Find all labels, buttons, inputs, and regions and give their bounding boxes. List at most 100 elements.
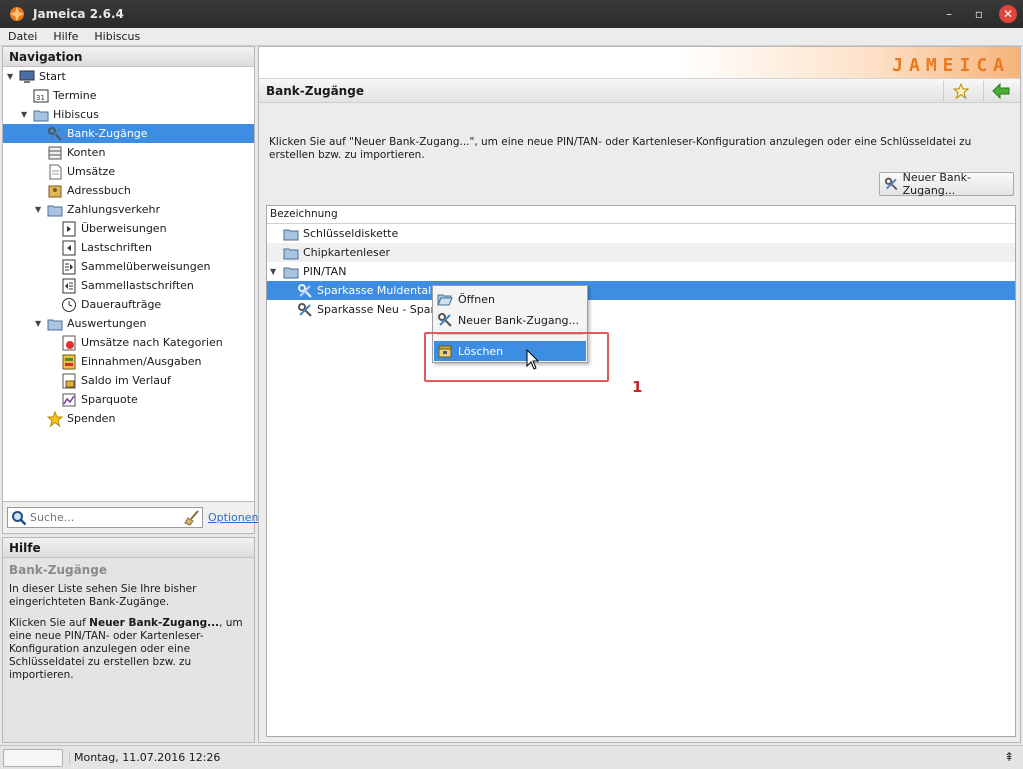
tree-item-spenden[interactable]: Spenden: [3, 409, 254, 428]
tree-item-label: Sammelüberweisungen: [81, 260, 211, 273]
svg-text:31: 31: [36, 94, 45, 102]
table-row[interactable]: Sparkasse Muldental: [267, 281, 1015, 300]
back-arrow-icon: [991, 83, 1009, 99]
help-paragraph-2-prefix: Klicken Sie auf: [9, 617, 90, 629]
computer-icon: [19, 70, 35, 83]
folder-icon: [47, 205, 63, 216]
tree-item-label: Spenden: [67, 412, 116, 425]
search-input[interactable]: [30, 511, 180, 524]
new-bank-access-button[interactable]: Neuer Bank-Zugang...: [879, 171, 1014, 197]
tree-item-label: Konten: [67, 146, 106, 159]
tree-item-adressbuch[interactable]: Adressbuch: [3, 181, 254, 200]
tree-item-umsaetze-kategorien[interactable]: Umsätze nach Kategorien: [3, 333, 254, 352]
tree-item-start[interactable]: ▼ Start: [3, 67, 254, 86]
table-row[interactable]: Sparkasse Neu - Sparkas: [267, 300, 1015, 319]
tree-item-label: Daueraufträge: [81, 298, 162, 311]
status-bar: Montag, 11.07.2016 12:26 ⇞: [0, 745, 1023, 769]
expanded-triangle-icon[interactable]: ▼: [270, 267, 276, 276]
tree-item-sammellastschriften[interactable]: Sammellastschriften: [3, 276, 254, 295]
star-outline-icon: [952, 83, 969, 99]
scroll-up-icon[interactable]: ⇞: [1004, 750, 1014, 764]
tree-item-bank-zugaenge[interactable]: Bank-Zugänge: [3, 124, 254, 143]
tree-item-label: Hibiscus: [53, 108, 99, 121]
brand-bar: JAMEICA: [259, 47, 1020, 79]
calendar-icon: 31: [33, 89, 49, 102]
context-menu-new-bank-access[interactable]: Neuer Bank-Zugang...: [434, 310, 586, 330]
key-tools-icon: [298, 302, 312, 317]
transactions-icon: [49, 164, 62, 179]
tree-item-termine[interactable]: 31 Termine: [3, 86, 254, 105]
context-menu-label: Öffnen: [458, 292, 495, 306]
savings-chart-icon: [62, 393, 76, 406]
accounts-icon: [48, 146, 62, 159]
window-title: Jameica 2.6.4: [33, 7, 124, 21]
bookmark-button[interactable]: [943, 81, 977, 101]
expanded-triangle-icon[interactable]: ▼: [35, 319, 45, 329]
context-menu-open[interactable]: Öffnen: [434, 289, 586, 309]
restore-button[interactable]: ▫: [969, 4, 989, 24]
status-progress-box: [3, 748, 63, 767]
tree-item-konten[interactable]: Konten: [3, 143, 254, 162]
clear-broom-icon[interactable]: [184, 510, 200, 526]
row-label: Chipkartenleser: [303, 246, 391, 259]
tree-item-ueberweisungen[interactable]: Überweisungen: [3, 219, 254, 238]
menu-hibiscus[interactable]: Hibiscus: [94, 30, 140, 43]
minimize-button[interactable]: –: [939, 4, 959, 24]
tree-item-label: Sammellastschriften: [81, 279, 194, 292]
tree-item-label: Auswertungen: [67, 317, 147, 330]
tree-item-lastschriften[interactable]: Lastschriften: [3, 238, 254, 257]
menu-hilfe[interactable]: Hilfe: [53, 30, 78, 43]
mouse-cursor-icon: [526, 349, 540, 370]
help-title: Bank-Zugänge: [9, 563, 107, 577]
navigation-header: Navigation: [3, 47, 254, 67]
row-label: Schlüsseldiskette: [303, 227, 399, 240]
navigation-tree: ▼ Start 31 Termine ▼ Hibiscus Bank-Zugän…: [3, 67, 254, 428]
tree-item-sammelueberweisungen[interactable]: Sammelüberweisungen: [3, 257, 254, 276]
tree-item-sparquote[interactable]: Sparquote: [3, 390, 254, 409]
close-button[interactable]: ✕: [999, 5, 1017, 23]
addressbook-icon: [48, 185, 62, 197]
menu-bar: Datei Hilfe Hibiscus: [0, 28, 1023, 46]
bank-access-table: Bezeichnung Schlüsseldiskette Chipkarten…: [266, 205, 1016, 737]
tree-item-einnahmen-ausgaben[interactable]: Einnahmen/Ausgaben: [3, 352, 254, 371]
search-box[interactable]: [7, 507, 203, 528]
view-header: Bank-Zugänge: [259, 79, 1020, 103]
status-datetime: Montag, 11.07.2016 12:26: [69, 751, 220, 764]
table-row[interactable]: ▼ PIN/TAN: [267, 262, 1015, 281]
column-header-bezeichnung[interactable]: Bezeichnung: [267, 206, 1015, 224]
tree-item-label: Bank-Zugänge: [67, 127, 148, 140]
tree-item-auswertungen[interactable]: ▼ Auswertungen: [3, 314, 254, 333]
expanded-triangle-icon[interactable]: ▼: [35, 205, 45, 215]
annotation-highlight-box: [424, 332, 609, 382]
transfer-icon: [62, 221, 76, 236]
options-link[interactable]: Optionen: [208, 511, 258, 524]
menu-datei[interactable]: Datei: [8, 30, 37, 43]
tree-item-saldo-verlauf[interactable]: Saldo im Verlauf: [3, 371, 254, 390]
tree-item-label: Start: [39, 70, 66, 83]
batch-transfer-icon: [62, 259, 76, 274]
tree-item-hibiscus[interactable]: ▼ Hibiscus: [3, 105, 254, 124]
annotation-number: 1: [632, 378, 643, 396]
folder-icon: [33, 110, 49, 121]
tree-item-umsaetze[interactable]: Umsätze: [3, 162, 254, 181]
tree-item-label: Umsätze nach Kategorien: [81, 336, 223, 349]
expanded-triangle-icon[interactable]: ▼: [21, 110, 31, 120]
key-tools-icon: [884, 177, 898, 191]
key-tools-icon: [48, 126, 62, 141]
tree-item-label: Zahlungsverkehr: [67, 203, 161, 216]
table-row[interactable]: Chipkartenleser: [267, 243, 1015, 262]
table-row[interactable]: Schlüsseldiskette: [267, 224, 1015, 243]
context-menu-label: Neuer Bank-Zugang...: [458, 313, 580, 327]
folder-icon: [283, 229, 299, 240]
tree-item-label: Termine: [53, 89, 97, 102]
star-icon: [47, 410, 63, 427]
tree-item-dauerauftraege[interactable]: Daueraufträge: [3, 295, 254, 314]
tree-item-zahlungsverkehr[interactable]: ▼ Zahlungsverkehr: [3, 200, 254, 219]
debit-icon: [62, 240, 76, 255]
new-bank-access-label: Neuer Bank-Zugang...: [902, 171, 971, 197]
income-expense-icon: [62, 354, 76, 369]
tree-item-label: Adressbuch: [67, 184, 131, 197]
expanded-triangle-icon[interactable]: ▼: [7, 72, 17, 82]
folder-icon: [283, 267, 299, 278]
back-button[interactable]: [983, 81, 1017, 101]
